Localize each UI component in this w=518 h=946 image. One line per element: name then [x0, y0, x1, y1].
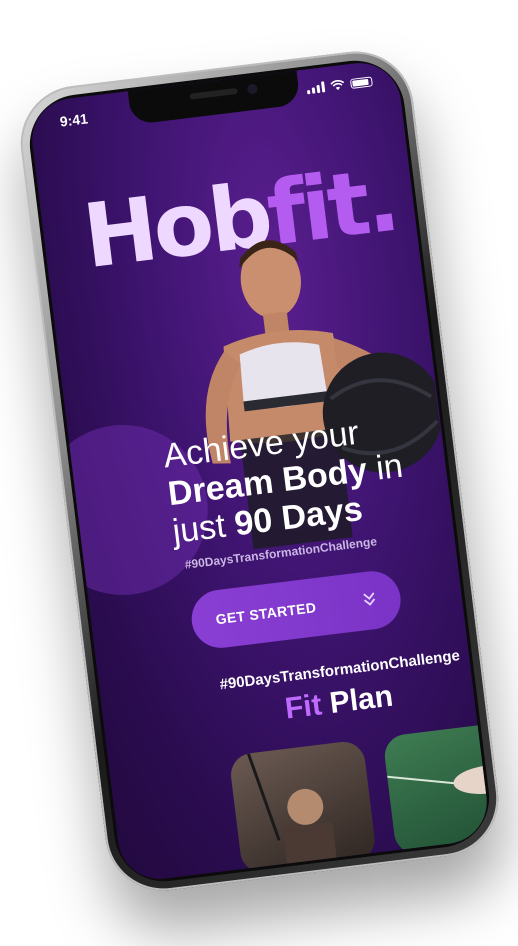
- mockup-scene: 9:41 Hobfit. Achieve your Dream Body in …: [0, 0, 518, 946]
- plan-card-1-image: [246, 752, 338, 870]
- app-screen: 9:41 Hobfit. Achieve your Dream Body in …: [27, 58, 492, 884]
- section-title: Fit Plan: [283, 680, 395, 727]
- status-icons: [306, 75, 373, 95]
- phone-frame: 9:41 Hobfit. Achieve your Dream Body in …: [14, 44, 505, 898]
- section-title-rest: Plan: [319, 679, 395, 722]
- get-started-button[interactable]: GET STARTED: [188, 567, 404, 652]
- plan-card-2[interactable]: [382, 720, 492, 857]
- hero-line-3-thin: just: [170, 505, 238, 551]
- get-started-label: GET STARTED: [214, 599, 318, 628]
- signal-icon: [306, 81, 326, 95]
- battery-icon: [349, 75, 373, 89]
- plan-card-1[interactable]: [228, 739, 378, 876]
- wifi-icon: [330, 79, 345, 92]
- section-title-accent: Fit: [283, 688, 324, 726]
- hero-line-2-rest: in: [364, 446, 405, 489]
- speaker-grille: [189, 87, 238, 100]
- status-time: 9:41: [58, 110, 89, 130]
- front-camera: [246, 83, 258, 95]
- double-chevron-down-icon: [361, 589, 377, 612]
- plan-card-2-image: [387, 764, 492, 794]
